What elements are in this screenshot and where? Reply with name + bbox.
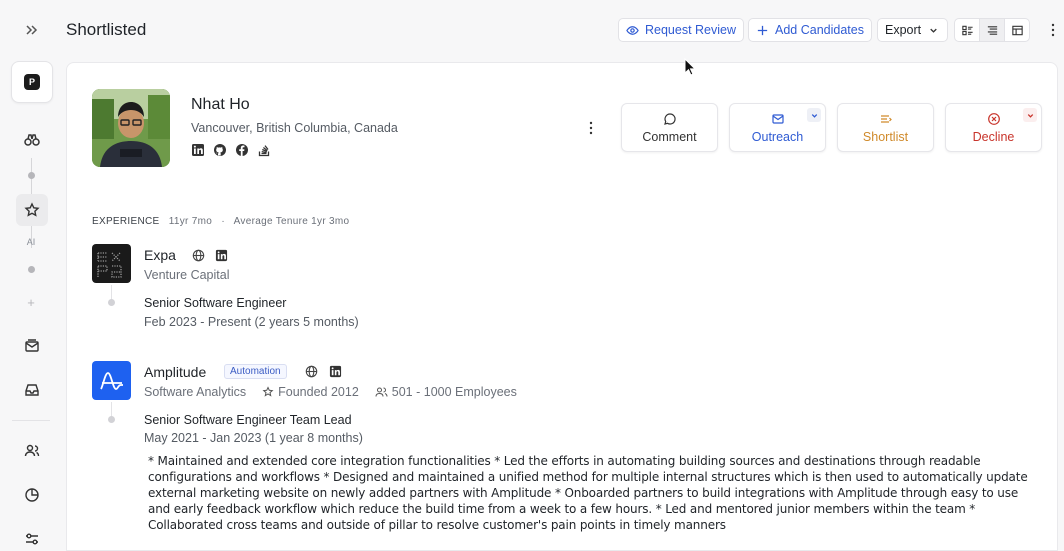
shortlist-label: Shortlist — [862, 129, 909, 144]
company-employees: 501 - 1000 Employees — [375, 385, 517, 399]
mail-icon — [771, 113, 784, 124]
binoculars-icon[interactable] — [16, 124, 48, 156]
comment-icon — [663, 112, 676, 125]
company-industry: Software Analytics — [144, 385, 247, 399]
page-title: Shortlisted — [66, 20, 147, 39]
company-meta: Software Analytics Founded 2012 501 - 10… — [144, 385, 517, 399]
add-candidates-label: Add Candidates — [775, 23, 864, 37]
profile-more-options-icon[interactable] — [586, 120, 596, 136]
candidate-avatar — [92, 89, 170, 167]
decline-button[interactable]: Decline — [945, 103, 1042, 152]
role-description: * Maintained and extended core integrati… — [148, 454, 1028, 532]
company-industry: Venture Capital — [144, 268, 230, 282]
shortlist-button[interactable]: Shortlist — [837, 103, 934, 152]
plus-icon — [757, 25, 768, 35]
export-label: Export — [885, 23, 922, 37]
facebook-icon[interactable] — [235, 143, 249, 157]
sliders-icon[interactable] — [16, 523, 48, 551]
experience-label: EXPERIENCE — [92, 216, 160, 227]
company-name: Expa — [144, 247, 176, 263]
add-candidates-button[interactable]: Add Candidates — [748, 18, 872, 42]
page-header: Shortlisted Request Review Add Candidate… — [62, 0, 1064, 60]
outreach-dropdown-button[interactable] — [807, 108, 821, 122]
eye-icon — [626, 25, 639, 35]
rail-dot — [28, 172, 35, 179]
role-period: May 2021 - Jan 2023 (1 year 8 months) — [144, 431, 363, 445]
star-icon — [262, 386, 274, 397]
pie-chart-icon[interactable] — [16, 479, 48, 511]
shortlist-icon — [880, 114, 892, 123]
stackoverflow-icon[interactable] — [257, 143, 271, 157]
employees-text: 501 - 1000 Employees — [391, 385, 517, 399]
left-rail: P AI + — [0, 0, 62, 551]
outreach-label: Outreach — [751, 129, 804, 144]
amplitude-logo — [92, 361, 131, 400]
list-icon — [987, 25, 997, 35]
table-icon — [1011, 25, 1023, 35]
workspace-logo-letter: P — [24, 74, 40, 90]
experience-header: EXPERIENCE 11yr 7mo · Average Tenure 1yr… — [92, 216, 349, 227]
view-table-button[interactable] — [1004, 18, 1030, 42]
view-toggle-group — [954, 18, 1030, 42]
candidate-card: Nhat Ho Vancouver, British Columbia, Can… — [66, 62, 1058, 551]
role-period: Feb 2023 - Present (2 years 5 months) — [144, 315, 359, 329]
average-tenure: Average Tenure 1yr 3mo — [233, 216, 350, 227]
linkedin-icon[interactable] — [215, 249, 228, 262]
social-links — [191, 143, 271, 157]
view-list-detail-button[interactable] — [954, 18, 980, 42]
users-icon[interactable] — [16, 435, 48, 467]
globe-icon[interactable] — [305, 365, 318, 378]
chevron-down-icon — [930, 28, 937, 33]
founded-text: Founded 2012 — [278, 385, 359, 399]
company-meta: Venture Capital — [144, 268, 229, 282]
users-icon — [375, 387, 388, 397]
decline-label: Decline — [972, 129, 1015, 144]
comment-button[interactable]: Comment — [621, 103, 718, 152]
linkedin-icon[interactable] — [191, 143, 205, 157]
globe-icon[interactable] — [192, 249, 205, 262]
request-review-button[interactable]: Request Review — [618, 18, 745, 42]
linkedin-icon[interactable] — [329, 365, 342, 378]
star-icon[interactable] — [16, 194, 48, 226]
decline-icon — [987, 112, 1000, 125]
list-detail-icon — [961, 25, 973, 35]
timeline-dot — [108, 299, 115, 306]
view-list-button[interactable] — [979, 18, 1005, 42]
company-founded: Founded 2012 — [262, 385, 359, 399]
comment-label: Comment — [642, 129, 697, 144]
decline-dropdown-button[interactable] — [1023, 108, 1037, 122]
export-button[interactable]: Export — [877, 18, 949, 42]
chevron-down-icon — [1027, 113, 1033, 118]
add-icon[interactable]: + — [0, 295, 62, 310]
company-name: Amplitude — [144, 364, 207, 380]
role-title: Senior Software Engineer Team Lead — [144, 413, 352, 427]
github-icon[interactable] — [213, 143, 227, 157]
more-options-icon[interactable] — [1048, 22, 1058, 38]
experience-total: 11yr 7mo — [168, 216, 213, 227]
candidate-location: Vancouver, British Columbia, Canada — [191, 121, 398, 135]
expa-logo — [92, 244, 131, 283]
mail-stack-icon[interactable] — [16, 330, 48, 362]
mouse-cursor-icon — [684, 58, 696, 76]
role-title: Senior Software Engineer — [144, 296, 287, 310]
candidate-name: Nhat Ho — [191, 96, 250, 113]
outreach-button[interactable]: Outreach — [729, 103, 826, 152]
expand-sidebar-icon[interactable] — [16, 14, 48, 46]
rail-dot — [28, 266, 35, 273]
inbox-icon[interactable] — [16, 374, 48, 406]
chevron-down-icon — [811, 113, 817, 118]
ai-label: AI — [26, 237, 36, 247]
timeline-dot — [108, 416, 115, 423]
request-review-label: Request Review — [645, 23, 737, 37]
experience-separator: · — [221, 216, 225, 227]
workspace-logo[interactable]: P — [11, 61, 53, 103]
automation-badge: Automation — [224, 364, 287, 379]
